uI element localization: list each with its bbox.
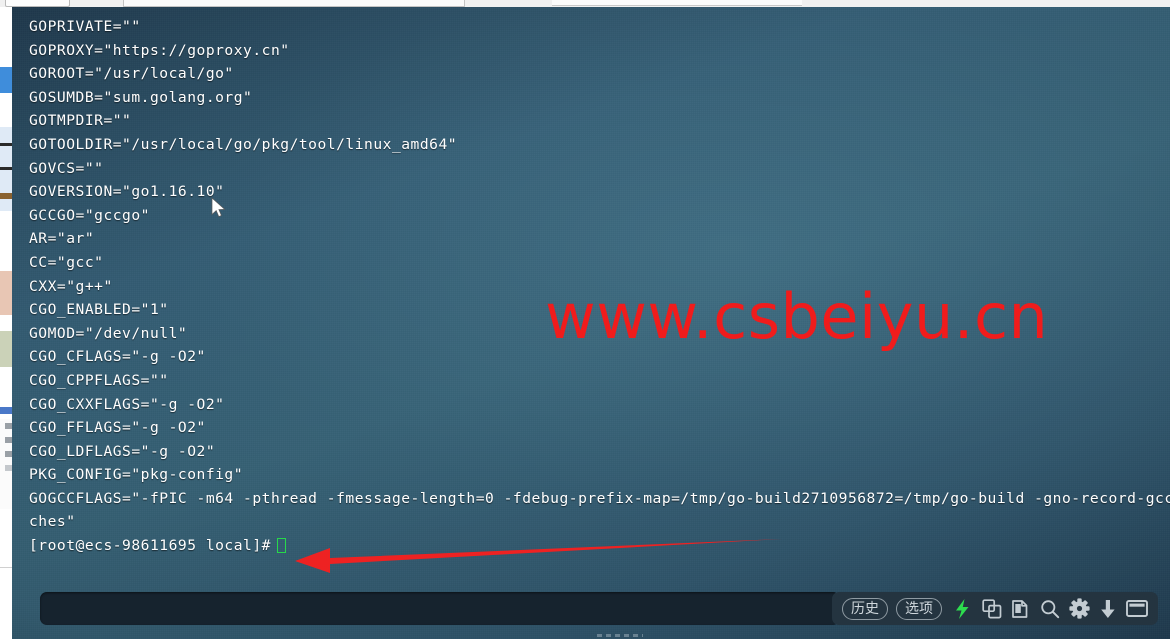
bg-left-seg: [0, 315, 12, 331]
terminal-line: AR="ar": [29, 230, 95, 248]
bg-left-seg: [5, 423, 12, 429]
terminal-bottom-bar: 历史 选项: [12, 584, 1170, 639]
terminal-line: GOROOT="/usr/local/go": [29, 65, 234, 83]
bg-left-seg: [0, 419, 12, 509]
terminal-line: CGO_ENABLED="1": [29, 301, 169, 319]
paste-icon[interactable]: [1008, 596, 1034, 622]
terminal-line: CC="gcc": [29, 253, 104, 271]
background-tab-a: [5, 0, 70, 7]
bg-left-seg: [0, 509, 12, 639]
terminal-line: GOTMPDIR="": [29, 112, 132, 130]
lightning-bolt-icon[interactable]: [950, 596, 976, 622]
copy-icon[interactable]: [979, 596, 1005, 622]
bg-left-seg: [5, 437, 12, 443]
options-button[interactable]: 选项: [896, 597, 942, 620]
bg-left-seg: [0, 67, 12, 93]
terminal-line: GOVCS="": [29, 159, 104, 177]
terminal-line: GOPROXY="https://goproxy.cn": [29, 41, 290, 59]
terminal-line: GOPRIVATE="": [29, 18, 141, 35]
bg-left-seg: [0, 93, 12, 127]
terminal-line: CGO_LDFLAGS="-g -O2": [29, 442, 216, 460]
terminal-window[interactable]: GOPRIVATE="" GOPROXY="https://goproxy.cn…: [12, 7, 1170, 639]
bg-left-seg: [0, 211, 12, 271]
bg-left-seg: [0, 167, 12, 170]
search-icon[interactable]: [1037, 596, 1063, 622]
terminal-line: CGO_CXXFLAGS="-g -O2": [29, 395, 225, 413]
terminal-line: ches": [29, 513, 76, 531]
resize-grip[interactable]: [597, 634, 643, 637]
background-tab-c: [552, 0, 802, 6]
bg-left-seg: [0, 143, 12, 146]
terminal-line: CGO_CFLAGS="-g -O2": [29, 348, 206, 366]
terminal-prompt-line: [root@ecs-98611695 local]#: [29, 534, 1170, 558]
terminal-line: GOGCCFLAGS="-fPIC -m64 -pthread -fmessag…: [29, 489, 1170, 507]
terminal-line: CGO_FFLAGS="-g -O2": [29, 419, 206, 437]
terminal-toolbar: 历史 选项: [832, 592, 1158, 625]
command-input[interactable]: [40, 592, 840, 625]
terminal-line: PKG_CONFIG="pkg-config": [29, 466, 244, 484]
bg-left-seg: [5, 451, 12, 457]
bg-left-seg: [0, 7, 12, 67]
gear-icon[interactable]: [1066, 596, 1092, 622]
screen-root: GOPRIVATE="" GOPROXY="https://goproxy.cn…: [0, 0, 1170, 639]
bg-left-seg: [0, 567, 12, 568]
history-button[interactable]: 历史: [842, 597, 888, 620]
bg-left-seg: [0, 407, 12, 414]
terminal-line: GOTOOLDIR="/usr/local/go/pkg/tool/linux_…: [29, 135, 458, 153]
terminal-line: GOVERSION="go1.16.10": [29, 183, 225, 201]
terminal-output: GOPRIVATE="" GOPROXY="https://goproxy.cn…: [12, 7, 1170, 639]
terminal-line: GCCGO="gccgo": [29, 206, 150, 224]
window-icon[interactable]: [1124, 596, 1150, 622]
background-tab-b: [123, 0, 465, 7]
terminal-line: CXX="g++": [29, 277, 113, 295]
bg-left-seg: [0, 331, 12, 367]
terminal-line: CGO_CPPFLAGS="": [29, 371, 169, 389]
terminal-line: GOSUMDB="sum.golang.org": [29, 88, 253, 106]
terminal-line: GOMOD="/dev/null": [29, 324, 188, 342]
download-icon[interactable]: [1095, 596, 1121, 622]
bg-left-seg: [0, 271, 12, 315]
shell-prompt: [root@ecs-98611695 local]#: [29, 537, 271, 555]
terminal-cursor: [276, 538, 286, 554]
bg-left-seg: [0, 193, 12, 199]
bg-left-seg: [5, 465, 12, 471]
bg-left-seg: [0, 367, 12, 407]
